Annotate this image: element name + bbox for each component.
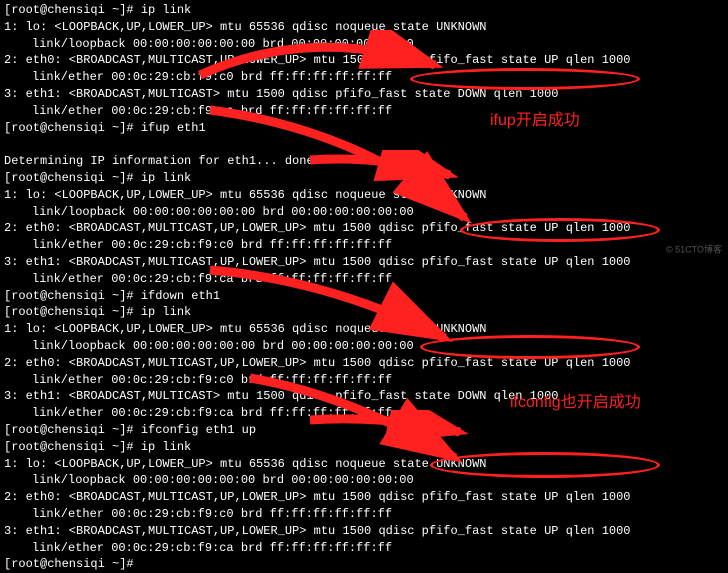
terminal-line: 1: lo: <LOOPBACK,UP,LOWER_UP> mtu 65536 … (4, 19, 724, 36)
terminal-line: 2: eth0: <BROADCAST,MULTICAST,UP,LOWER_U… (4, 220, 724, 237)
terminal-line: link/ether 00:0c:29:cb:f9:c0 brd ff:ff:f… (4, 372, 724, 389)
terminal-line: 2: eth0: <BROADCAST,MULTICAST,UP,LOWER_U… (4, 52, 724, 69)
terminal-line: 1: lo: <LOOPBACK,UP,LOWER_UP> mtu 65536 … (4, 456, 724, 473)
terminal-line: 2: eth0: <BROADCAST,MULTICAST,UP,LOWER_U… (4, 355, 724, 372)
terminal-line: link/ether 00:0c:29:cb:f9:ca brd ff:ff:f… (4, 103, 724, 120)
watermark: © 51CTO博客 (666, 244, 722, 257)
terminal-line: link/ether 00:0c:29:cb:f9:c0 brd ff:ff:f… (4, 69, 724, 86)
terminal-line: Determining IP information for eth1... d… (4, 153, 724, 170)
terminal-line: 3: eth1: <BROADCAST,MULTICAST> mtu 1500 … (4, 86, 724, 103)
terminal-line: [root@chensiqi ~]# ip link (4, 170, 724, 187)
terminal-line: link/loopback 00:00:00:00:00:00 brd 00:0… (4, 36, 724, 53)
terminal-line: 2: eth0: <BROADCAST,MULTICAST,UP,LOWER_U… (4, 489, 724, 506)
annotation-ifconfig-success: ifconfig也开启成功 (510, 392, 641, 414)
terminal-line: link/loopback 00:00:00:00:00:00 brd 00:0… (4, 204, 724, 221)
terminal-line: link/loopback 00:00:00:00:00:00 brd 00:0… (4, 338, 724, 355)
terminal-line: link/ether 00:0c:29:cb:f9:c0 brd ff:ff:f… (4, 506, 724, 523)
terminal-line: link/ether 00:0c:29:cb:f9:c0 brd ff:ff:f… (4, 237, 724, 254)
terminal-line: [root@chensiqi ~]# ip link (4, 2, 724, 19)
terminal-line: link/loopback 00:00:00:00:00:00 brd 00:0… (4, 472, 724, 489)
terminal-line: 3: eth1: <BROADCAST,MULTICAST,UP,LOWER_U… (4, 254, 724, 271)
terminal-line: [root@chensiqi ~]# ifconfig eth1 up (4, 422, 724, 439)
terminal-line: [root@chensiqi ~]# ifup eth1 (4, 120, 724, 137)
annotation-ifup-success: ifup开启成功 (490, 110, 580, 132)
terminal-line: [root@chensiqi ~]# ip link (4, 439, 724, 456)
terminal-line: 3: eth1: <BROADCAST,MULTICAST,UP,LOWER_U… (4, 523, 724, 540)
terminal-line: link/ether 00:0c:29:cb:f9:ca brd ff:ff:f… (4, 540, 724, 557)
terminal-line: 1: lo: <LOOPBACK,UP,LOWER_UP> mtu 65536 … (4, 321, 724, 338)
terminal-line: link/ether 00:0c:29:cb:f9:ca brd ff:ff:f… (4, 271, 724, 288)
terminal-line: 1: lo: <LOOPBACK,UP,LOWER_UP> mtu 65536 … (4, 187, 724, 204)
terminal-line: [root@chensiqi ~]# ip link (4, 304, 724, 321)
terminal-line (4, 136, 724, 153)
terminal-line: [root@chensiqi ~]# (4, 556, 724, 573)
terminal-line: [root@chensiqi ~]# ifdown eth1 (4, 288, 724, 305)
